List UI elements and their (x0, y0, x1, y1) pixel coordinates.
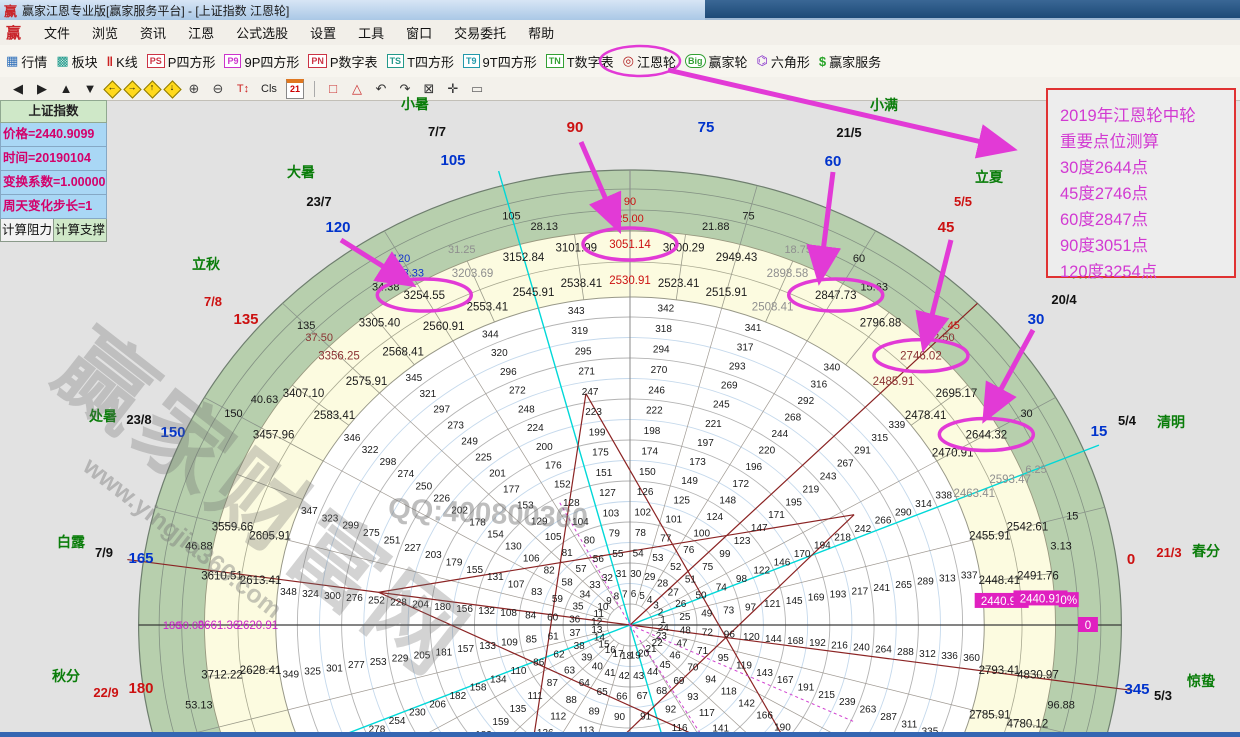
tool-cls-icon[interactable]: Cls (256, 79, 282, 99)
blocks-label: 板块 (72, 52, 98, 71)
info-row-3: 周天变化步长=1 (0, 195, 107, 219)
tool-nav-up-icon[interactable]: ▲ (54, 79, 78, 99)
tool-screen-tool-icon[interactable]: ▭ (465, 79, 489, 99)
p-square-icon: PS (147, 54, 165, 68)
menu-item-7[interactable]: 窗口 (395, 26, 443, 41)
tool-triangle-tool-icon[interactable]: △ (345, 79, 369, 99)
t-square-icon: TS (387, 54, 405, 68)
menu-item-6[interactable]: 工具 (347, 26, 395, 41)
menu-item-0[interactable]: 文件 (33, 26, 81, 41)
kline-label: K线 (116, 52, 138, 71)
menu-item-8[interactable]: 交易委托 (443, 26, 517, 41)
tool-nav-right-icon[interactable]: ▶ (30, 79, 54, 99)
winner-service-icon: $ (819, 54, 826, 69)
hexagon-label: 六角形 (771, 52, 810, 71)
annotation-box: 2019年江恩轮中轮重要点位测算30度2644点45度2746点60度2847点… (1046, 88, 1236, 278)
tool-center-tool-icon[interactable]: ✛ (441, 79, 465, 99)
tool-step-down-icon[interactable]: ↓ (162, 80, 182, 98)
annotation-line-2: 30度2644点 (1060, 155, 1234, 181)
toolbar-button-9p-square[interactable]: P99P四方形 (224, 52, 299, 71)
menu-item-2[interactable]: 资讯 (129, 26, 177, 41)
toolbar-button-t-square[interactable]: TST四方形 (387, 52, 454, 71)
tool-delete-box-icon[interactable]: ⊠ (417, 79, 441, 99)
gann-wheel-icon: ◎ (623, 53, 634, 69)
toolbar-separator (314, 81, 315, 97)
toolbar-button-hexagon[interactable]: ⌬六角形 (757, 52, 810, 71)
9p-square-icon: P9 (224, 54, 241, 68)
winner-service-label: 赢家服务 (829, 52, 881, 71)
annotation-line-1: 重要点位测算 (1060, 129, 1234, 155)
tool-step-left-icon[interactable]: ← (102, 80, 122, 98)
9p-square-label: 9P四方形 (244, 52, 299, 71)
tool-t-updown-icon[interactable]: T↕ (230, 79, 256, 99)
toolbar-button-quote-grid[interactable]: ▦行情 (6, 52, 47, 71)
toolbar-button-p-table[interactable]: PNP数字表 (308, 52, 377, 71)
toolbar-button-blocks[interactable]: ▩板块 (56, 52, 97, 71)
annotation-line-0: 2019年江恩轮中轮 (1060, 103, 1234, 129)
tool-rotate-cw-icon[interactable]: ↷ (393, 79, 417, 99)
menu-item-1[interactable]: 浏览 (81, 26, 129, 41)
tool-zoom-out-icon[interactable]: ⊖ (206, 79, 230, 99)
menu-item-4[interactable]: 公式选股 (225, 26, 299, 41)
calc-resistance-button[interactable]: 计算阻力 (0, 219, 54, 242)
title-bar: 赢 赢家江恩专业版[赢家服务平台] - [上证指数 江恩轮] (0, 0, 1240, 20)
annotation-line-6: 120度3254点 (1060, 259, 1234, 285)
tool-nav-down-icon[interactable]: ▼ (78, 79, 102, 99)
toolbar-button-p-square[interactable]: PSP四方形 (147, 52, 216, 71)
window-title: 赢家江恩专业版[赢家服务平台] - [上证指数 江恩轮] (22, 2, 289, 19)
annotation-line-4: 60度2847点 (1060, 207, 1234, 233)
toolbar-button-t-table[interactable]: TNT数字表 (546, 52, 614, 71)
bottom-scrollbar[interactable] (0, 732, 1240, 737)
winner-wheel-label: 赢家轮 (709, 52, 748, 71)
tool-step-up-icon[interactable]: ↑ (142, 80, 162, 98)
toolbar-button-9t-square[interactable]: T99T四方形 (463, 52, 537, 71)
tool-nav-left-icon[interactable]: ◀ (6, 79, 30, 99)
winner-wheel-icon: Big (685, 54, 706, 68)
main-toolbar: ▦行情 ▩板块 ‖K线 PSP四方形 P99P四方形 PNP数字表 TST四方形 T99T四方… (0, 45, 1240, 78)
blocks-icon: ▩ (56, 53, 68, 69)
index-info-panel: 上证指数 价格=2440.9099时间=20190104变换系数=1.00000… (0, 100, 107, 242)
tool-square-tool-icon[interactable]: □ (321, 79, 345, 99)
index-name: 上证指数 (0, 100, 107, 123)
menu-item-3[interactable]: 江恩 (177, 26, 225, 41)
p-square-label: P四方形 (168, 52, 216, 71)
quote-grid-label: 行情 (21, 52, 47, 71)
annotation-line-3: 45度2746点 (1060, 181, 1234, 207)
p-table-icon: PN (308, 54, 327, 68)
info-row-0: 价格=2440.9099 (0, 123, 107, 147)
title-bar-left: 赢 赢家江恩专业版[赢家服务平台] - [上证指数 江恩轮] (0, 0, 705, 20)
menu-item-9[interactable]: 帮助 (517, 26, 565, 41)
menu-logo-icon: 赢 (6, 22, 21, 43)
gann-wheel-label: 江恩轮 (637, 52, 676, 71)
toolbar-button-winner-service[interactable]: $赢家服务 (819, 52, 881, 71)
toolbar-button-kline[interactable]: ‖K线 (107, 52, 138, 71)
9t-square-label: 9T四方形 (483, 52, 537, 71)
title-bar-right (705, 0, 1240, 20)
kline-icon: ‖ (107, 54, 113, 69)
calc-support-button[interactable]: 计算支撑 (54, 219, 107, 242)
toolbar-button-winner-wheel[interactable]: Big赢家轮 (685, 52, 748, 71)
info-row-1: 时间=20190104 (0, 147, 107, 171)
tool-rotate-ccw-icon[interactable]: ↶ (369, 79, 393, 99)
t-table-icon: TN (546, 54, 564, 68)
9t-square-icon: T9 (463, 54, 480, 68)
t-square-label: T四方形 (407, 52, 454, 71)
toolbar-button-gann-wheel[interactable]: ◎江恩轮 (623, 52, 676, 71)
app-logo-icon: 赢 (4, 1, 17, 20)
quote-grid-icon: ▦ (6, 53, 18, 69)
info-row-2: 变换系数=1.00000 (0, 171, 107, 195)
tool-step-right-icon[interactable]: → (122, 80, 142, 98)
tool-zoom-in-icon[interactable]: ⊕ (182, 79, 206, 99)
menu-item-5[interactable]: 设置 (299, 26, 347, 41)
hexagon-icon: ⌬ (757, 53, 768, 69)
p-table-label: P数字表 (330, 52, 378, 71)
t-table-label: T数字表 (567, 52, 614, 71)
menu-bar: 赢 文件浏览资讯江恩公式选股设置工具窗口交易委托帮助 (0, 20, 1240, 46)
tool-calendar-icon[interactable]: 21 (286, 79, 304, 99)
annotation-line-5: 90度3051点 (1060, 233, 1234, 259)
